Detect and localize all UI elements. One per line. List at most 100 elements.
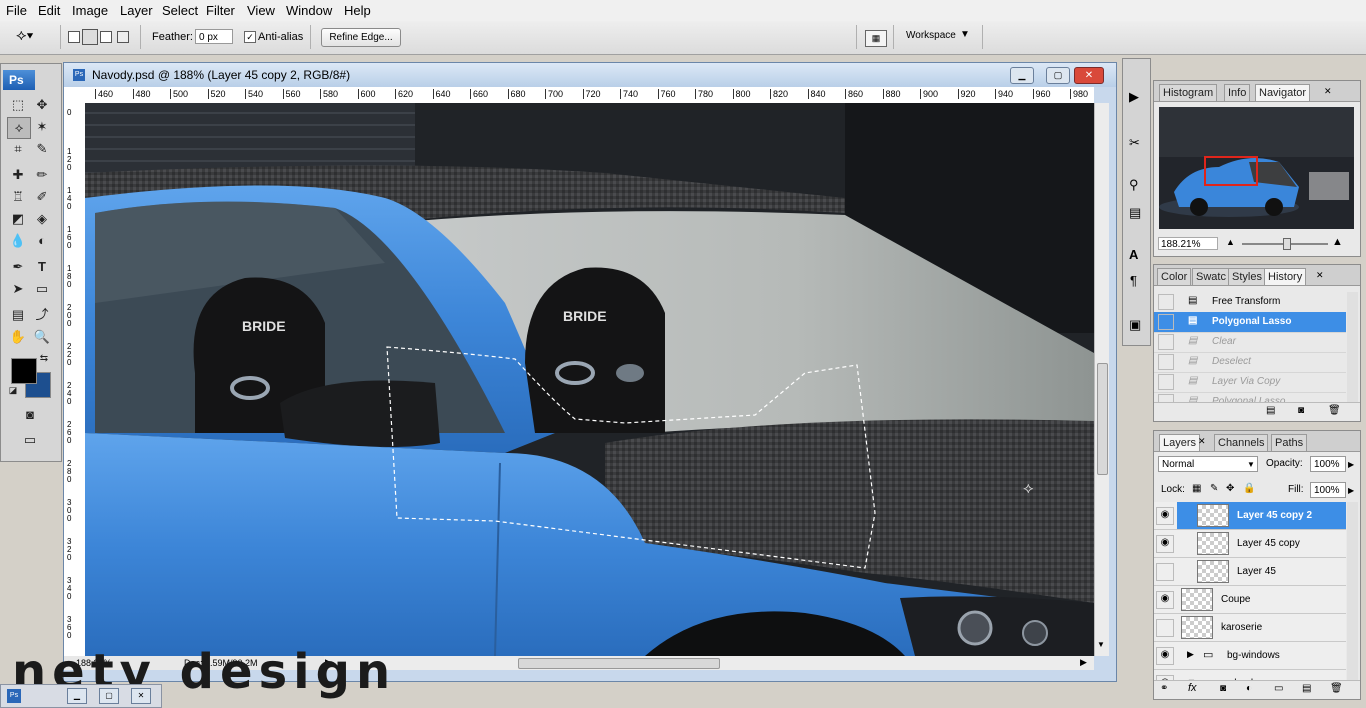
new-selection-icon[interactable] xyxy=(68,31,80,43)
quick-mask-icon[interactable]: ◙ xyxy=(19,405,41,425)
eye-icon[interactable]: ◉ xyxy=(1159,650,1171,660)
blend-mode-select[interactable]: Normal xyxy=(1158,456,1258,472)
horizontal-scroll-thumb[interactable] xyxy=(518,658,720,669)
tab-styles[interactable]: Styles xyxy=(1228,268,1266,285)
ruler-top[interactable]: 460 480 500 520 540 560 580 600 620 640 660 680 700 7… xyxy=(85,87,1094,104)
layer-row[interactable]: ◉▼▭wheels xyxy=(1154,670,1346,680)
tab-layers[interactable]: Layers xyxy=(1159,434,1201,451)
taskbar-restore-icon[interactable]: ▢ xyxy=(99,688,119,704)
eye-icon[interactable]: ◉ xyxy=(1159,538,1171,548)
menu-select[interactable]: Select xyxy=(162,3,198,18)
fill-chevron-icon[interactable]: ▶ xyxy=(1348,486,1354,495)
minimized-window[interactable]: Ps ▁ ▢ ✕ xyxy=(0,684,162,708)
healing-brush-tool-icon[interactable]: ✚ xyxy=(7,165,29,185)
layer-comps-icon[interactable]: ▣ xyxy=(1129,317,1141,333)
tab-paths[interactable]: Paths xyxy=(1271,434,1308,451)
layer-visibility-toggle[interactable] xyxy=(1156,563,1174,581)
history-item[interactable]: ▤ Layer Via Copy xyxy=(1154,372,1346,393)
navigator-zoom-slider-handle[interactable] xyxy=(1283,238,1291,250)
history-close-icon[interactable]: ✕ xyxy=(1316,270,1324,281)
history-brush-tool-icon[interactable]: ✐ xyxy=(31,187,53,207)
canvas[interactable]: BRIDE BRIDE ⟡ xyxy=(85,103,1094,656)
workspace-settings-icon[interactable]: ▦ xyxy=(865,30,887,47)
eyedropper-tool-icon[interactable]: ⤴ xyxy=(31,305,53,325)
layer-row[interactable]: ◉ Layer 45 copy xyxy=(1154,530,1346,558)
layer-visibility-toggle[interactable] xyxy=(1156,619,1174,637)
layer-row[interactable]: ◉ Coupe xyxy=(1154,586,1346,614)
tab-swatches[interactable]: Swatc xyxy=(1192,268,1230,285)
type-tool-icon[interactable]: T xyxy=(31,257,53,277)
pen-tool-icon[interactable]: ✒ xyxy=(7,257,29,277)
layer-mask-icon[interactable]: ◙ xyxy=(1220,683,1226,694)
lock-all-icon[interactable]: 🔒 xyxy=(1243,483,1255,494)
minimize-icon[interactable]: ▁ xyxy=(1010,67,1034,84)
tab-histogram[interactable]: Histogram xyxy=(1159,84,1218,101)
lasso-tool-icon[interactable]: ⟡ xyxy=(7,117,31,139)
layer-row-content[interactable]: Layer 45 copy 2 xyxy=(1177,502,1346,529)
menu-help[interactable]: Help xyxy=(344,3,371,18)
menu-window[interactable]: Window xyxy=(286,3,332,18)
opacity-chevron-icon[interactable]: ▶ xyxy=(1348,460,1354,469)
history-snapshot-source-box[interactable] xyxy=(1158,374,1174,390)
scroll-right-end-arrow-icon[interactable]: ▶ xyxy=(1080,657,1087,668)
layer-row[interactable]: ◉ Layer 45 copy 2 xyxy=(1154,502,1346,530)
tab-color[interactable]: Color xyxy=(1157,268,1192,285)
layer-style-icon[interactable]: fx xyxy=(1188,682,1197,694)
screen-mode-icon[interactable]: ▭ xyxy=(19,430,41,450)
navigator-close-icon[interactable]: ✕ xyxy=(1324,86,1332,97)
move-tool-icon[interactable]: ✥ xyxy=(31,95,53,115)
hand-tool-icon[interactable]: ✋ xyxy=(7,327,29,347)
history-snapshot-source-box[interactable] xyxy=(1158,334,1174,350)
chevron-down-icon[interactable]: ▼ xyxy=(960,29,970,40)
opacity-input[interactable]: 100% xyxy=(1310,456,1346,472)
default-colors-icon[interactable]: ◪ xyxy=(7,384,19,396)
history-snapshot-source-box[interactable] xyxy=(1158,314,1174,330)
history-item[interactable]: ▤ Polygonal Lasso xyxy=(1154,392,1346,402)
tool-presets-icon[interactable]: ✂ xyxy=(1129,135,1140,151)
eraser-tool-icon[interactable]: ◩ xyxy=(7,209,29,229)
actions-icon[interactable]: ▶ xyxy=(1129,89,1139,105)
marquee-tool-icon[interactable]: ⬚ xyxy=(7,95,29,115)
brushes-icon[interactable]: ⚲ xyxy=(1129,177,1139,193)
subtract-from-selection-icon[interactable] xyxy=(100,31,112,43)
navigator-zoom-input[interactable]: 188.21% xyxy=(1158,237,1218,250)
history-snapshot-source-box[interactable] xyxy=(1158,354,1174,370)
close-icon[interactable]: ✕ xyxy=(1074,67,1104,84)
add-to-selection-icon[interactable] xyxy=(82,29,98,45)
dodge-tool-icon[interactable]: ◐ xyxy=(31,231,53,251)
menu-layer[interactable]: Layer xyxy=(120,3,153,18)
layers-close-icon[interactable]: ✕ xyxy=(1198,436,1206,447)
history-snapshot-source-box[interactable] xyxy=(1158,294,1174,310)
history-scrollbar[interactable] xyxy=(1347,292,1358,402)
paint-bucket-tool-icon[interactable]: ◈ xyxy=(31,209,53,229)
zoom-tool-icon[interactable]: 🔍 xyxy=(31,327,53,347)
scroll-down-arrow-icon[interactable]: ▼ xyxy=(1097,640,1105,649)
taskbar-close-icon[interactable]: ✕ xyxy=(131,688,151,704)
link-layers-icon[interactable]: ⚭ xyxy=(1160,683,1168,694)
history-item[interactable]: ▤ Deselect xyxy=(1154,352,1346,373)
feather-input[interactable]: 0 px xyxy=(195,29,233,44)
zoom-in-icon[interactable]: ▲ xyxy=(1332,236,1343,248)
character-icon[interactable]: A xyxy=(1129,247,1138,262)
notes-tool-icon[interactable]: ▤ xyxy=(7,305,29,325)
menu-image[interactable]: Image xyxy=(72,3,108,18)
menu-view[interactable]: View xyxy=(247,3,275,18)
path-selection-tool-icon[interactable]: ➤ xyxy=(7,279,29,299)
restore-icon[interactable]: ▢ xyxy=(1046,67,1070,84)
shape-tool-icon[interactable]: ▭ xyxy=(31,279,53,299)
blur-tool-icon[interactable]: 💧 xyxy=(7,231,29,251)
eye-icon[interactable]: ◉ xyxy=(1159,510,1171,520)
layer-row-content[interactable]: ▶ ▭ bg-windows xyxy=(1177,642,1346,669)
brush-tool-icon[interactable]: ✏ xyxy=(31,165,53,185)
tab-history[interactable]: History xyxy=(1264,268,1307,285)
history-item[interactable]: ▤ Clear xyxy=(1154,332,1346,353)
zoom-out-icon[interactable]: ▲ xyxy=(1226,237,1235,247)
menu-filter[interactable]: Filter xyxy=(206,3,235,18)
new-snapshot-icon[interactable]: ◙ xyxy=(1298,405,1304,416)
history-item[interactable]: ▤ Free Transform xyxy=(1154,292,1346,313)
tab-info[interactable]: Info xyxy=(1224,84,1251,101)
foreground-color-swatch[interactable] xyxy=(11,358,37,384)
ruler-origin[interactable] xyxy=(64,87,86,104)
intersect-selection-icon[interactable] xyxy=(117,31,129,43)
tab-navigator[interactable]: Navigator xyxy=(1255,84,1311,101)
